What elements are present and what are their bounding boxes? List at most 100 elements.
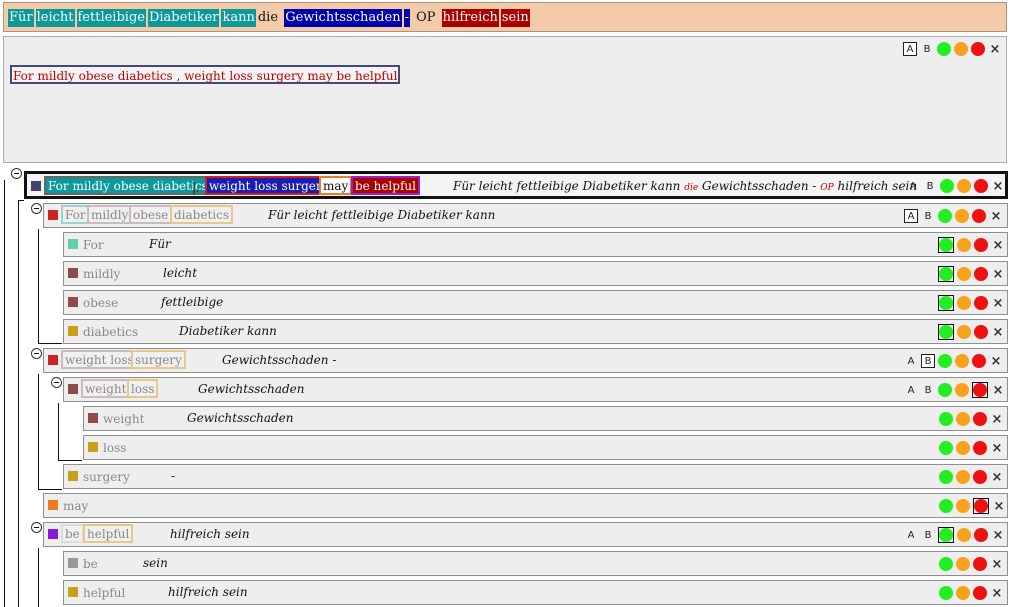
green-status-dot[interactable] [939,441,953,455]
close-icon[interactable]: × [990,557,1004,572]
source-sentence[interactable]: For mildly obese diabetics , weight loss… [10,65,401,84]
green-status-dot[interactable] [938,354,952,368]
orange-status-dot[interactable] [957,267,971,281]
close-icon[interactable]: × [991,267,1005,282]
close-icon[interactable]: × [990,441,1004,456]
green-status-dot[interactable] [939,238,953,252]
orange-status-dot[interactable] [956,557,970,571]
close-icon[interactable]: × [992,499,1006,514]
green-status-dot[interactable] [939,325,953,339]
word-chip[interactable]: helpful [83,524,134,543]
tree-row-root[interactable]: For mildly obese diabetics |, weight los… [24,171,1008,199]
word-chip[interactable]: be [61,524,84,543]
red-status-dot[interactable] [973,441,987,455]
orange-status-dot[interactable] [957,296,971,310]
root-chunk[interactable]: may [319,176,353,195]
red-status-dot[interactable] [974,499,988,513]
orange-status-dot[interactable] [954,42,968,56]
close-icon[interactable]: × [991,296,1005,311]
red-status-dot[interactable] [974,296,988,310]
orange-status-dot[interactable] [957,179,971,193]
target-token[interactable]: - [403,9,410,27]
target-token[interactable]: fettleibige [76,9,146,27]
word-chip[interactable]: mildly [87,205,133,224]
toggle-a-button[interactable]: A [904,528,918,542]
orange-status-dot[interactable] [957,238,971,252]
tree-row-be[interactable]: be sein × [63,551,1008,576]
tree-row-mildly[interactable]: mildly leicht × [63,261,1008,286]
word-chip[interactable]: loss [127,379,159,398]
close-icon[interactable]: × [989,354,1003,369]
red-status-dot[interactable] [974,528,988,542]
tree-row-for-mildly-obese-diabetics[interactable]: For mildly obese diabetics Für leicht fe… [43,203,1008,228]
target-token[interactable]: Gewichtsschaden [284,9,402,27]
toggle-a-button[interactable]: A [903,42,917,56]
close-icon[interactable]: × [988,42,1002,57]
collapse-root-icon[interactable] [11,168,22,179]
green-status-dot[interactable] [937,42,951,56]
close-icon[interactable]: × [989,209,1003,224]
close-icon[interactable]: × [991,383,1005,398]
tree-row-diabetics[interactable]: diabetics Diabetiker kann × [63,319,1008,344]
toggle-b-button[interactable]: B [920,42,934,56]
red-status-dot[interactable] [973,383,987,397]
target-token[interactable]: Diabetiker [147,9,220,27]
root-chunk[interactable]: weight loss surgery [205,176,333,195]
target-token[interactable]: hilfreich [441,9,499,27]
green-status-dot[interactable] [940,179,954,193]
orange-status-dot[interactable] [955,354,969,368]
green-status-dot[interactable] [939,470,953,484]
tree-row-surgery[interactable]: surgery - × [63,464,1008,489]
green-status-dot[interactable] [939,267,953,281]
toggle-a-button[interactable]: A [906,179,920,193]
toggle-b-button[interactable]: B [923,179,937,193]
toggle-b-button[interactable]: B [921,354,935,368]
target-token[interactable]: die [258,9,278,27]
tree-row-be-helpful[interactable]: be helpful hilfreich sein A B × [43,522,1008,547]
green-status-dot[interactable] [938,209,952,223]
green-status-dot[interactable] [938,383,952,397]
word-chip[interactable]: weight [81,379,131,398]
word-chip[interactable]: surgery [131,350,186,369]
red-status-dot[interactable] [972,209,986,223]
red-status-dot[interactable] [973,470,987,484]
collapse-group-icon[interactable] [31,348,42,359]
orange-status-dot[interactable] [957,325,971,339]
tree-row-obese[interactable]: obese fettleibige × [63,290,1008,315]
tree-row-weight-loss[interactable]: weight loss Gewichtsschaden A B × [63,377,1008,402]
root-chunk[interactable]: For mildly obese diabetics [44,176,212,195]
toggle-b-button[interactable]: B [921,209,935,223]
orange-status-dot[interactable] [957,528,971,542]
red-status-dot[interactable] [974,238,988,252]
red-status-dot[interactable] [974,179,988,193]
close-icon[interactable]: × [990,412,1004,427]
collapse-group-icon[interactable] [31,522,42,533]
collapse-group-icon[interactable] [51,377,62,388]
tree-row-for[interactable]: For Für × [63,232,1008,257]
tree-row-weight[interactable]: weight Gewichtsschaden × [83,406,1008,431]
close-icon[interactable]: × [990,470,1004,485]
word-chip[interactable]: weight loss [61,350,138,369]
green-status-dot[interactable] [939,528,953,542]
toggle-a-button[interactable]: A [904,209,918,223]
close-icon[interactable]: × [990,586,1004,601]
word-chip[interactable]: diabetics [170,205,233,224]
target-token[interactable]: OP [416,9,435,27]
toggle-b-button[interactable]: B [921,528,935,542]
green-status-dot[interactable] [939,412,953,426]
green-status-dot[interactable] [939,499,953,513]
target-token[interactable]: leicht [35,9,75,27]
green-status-dot[interactable] [939,557,953,571]
collapse-group-icon[interactable] [31,203,42,214]
red-status-dot[interactable] [972,354,986,368]
green-status-dot[interactable] [939,296,953,310]
red-status-dot[interactable] [971,42,985,56]
word-chip[interactable]: obese [129,205,173,224]
tree-row-may[interactable]: may × [43,493,1008,518]
red-status-dot[interactable] [974,325,988,339]
red-status-dot[interactable] [973,586,987,600]
word-chip[interactable]: For [61,205,90,224]
green-status-dot[interactable] [939,586,953,600]
close-icon[interactable]: × [991,238,1005,253]
close-icon[interactable]: × [991,528,1005,543]
